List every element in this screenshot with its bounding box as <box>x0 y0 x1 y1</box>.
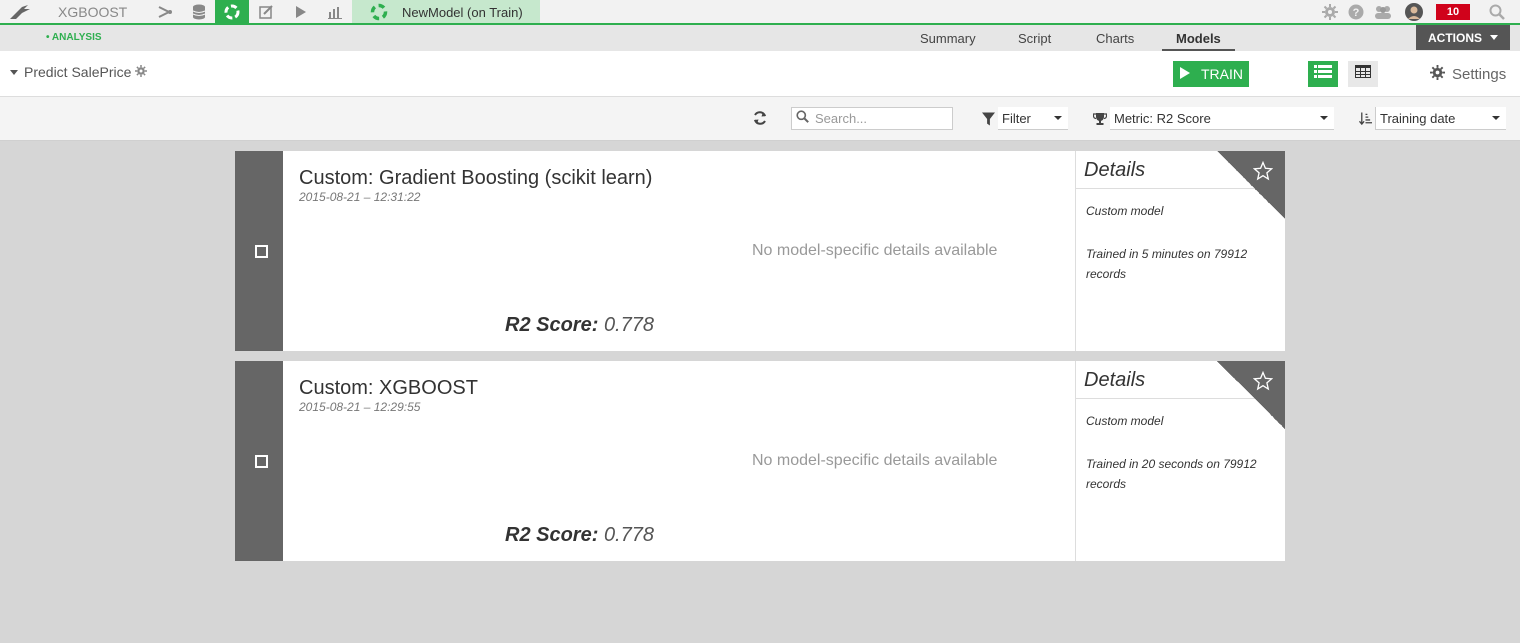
details-type: Custom model <box>1086 204 1164 218</box>
tab-models[interactable]: Models <box>1162 31 1235 51</box>
datasets-icon[interactable] <box>182 0 216 23</box>
metric-select[interactable]: Metric: R2 Score <box>1110 107 1334 130</box>
caret-down-icon <box>1054 116 1062 120</box>
details-panel: Details Custom model Trained in 5 minute… <box>1075 151 1285 351</box>
sort-select[interactable]: Training date <box>1376 107 1506 130</box>
analysis-title[interactable]: Predict SalePrice <box>10 64 148 80</box>
model-score: R2 Score: 0.778 <box>505 314 654 337</box>
list-view-icon <box>1314 64 1332 84</box>
bird-logo-icon[interactable] <box>8 3 32 21</box>
details-training: Trained in 20 seconds on 79912 records <box>1086 457 1257 491</box>
sort-label: Training date <box>1380 110 1456 126</box>
caret-down-icon <box>1492 116 1500 120</box>
model-card-sidebar <box>235 151 283 351</box>
caret-down-icon <box>1490 35 1498 40</box>
filter-dropdown[interactable]: Filter <box>978 107 1068 130</box>
sort-dropdown[interactable]: Training date <box>1356 107 1506 130</box>
section-label[interactable]: • ANALYSIS <box>46 32 102 43</box>
user-avatar[interactable] <box>1405 3 1423 21</box>
trophy-icon <box>1090 107 1110 130</box>
model-name[interactable]: Custom: Gradient Boosting (scikit learn) <box>299 167 652 190</box>
model-select-checkbox[interactable] <box>255 455 268 468</box>
score-value: 0.778 <box>603 524 654 546</box>
train-button[interactable]: TRAIN <box>1173 61 1249 87</box>
current-model-tab[interactable]: NewModel (on Train) <box>352 0 540 23</box>
score-label: R2 Score: <box>505 524 599 546</box>
search-box <box>791 107 953 130</box>
actions-button-label: ACTIONS <box>1428 30 1482 45</box>
details-type: Custom model <box>1086 414 1164 428</box>
project-name[interactable]: XGBOOST <box>58 4 127 20</box>
play-icon <box>1179 66 1191 82</box>
list-view-button[interactable] <box>1308 61 1338 87</box>
analysis-subbar: • ANALYSIS Summary Script Charts Models <box>0 25 1520 51</box>
table-view-icon <box>1355 65 1371 83</box>
filter-icon <box>978 107 998 130</box>
model-score: R2 Score: 0.778 <box>505 524 654 547</box>
current-model-tab-label: NewModel (on Train) <box>402 5 523 20</box>
tab-summary[interactable]: Summary <box>920 31 976 46</box>
train-button-label: TRAIN <box>1201 66 1243 82</box>
caret-down-icon <box>10 69 18 75</box>
no-details-message: No model-specific details available <box>752 242 998 259</box>
gear-icon <box>1430 65 1445 84</box>
star-icon[interactable] <box>1252 160 1274 181</box>
help-icon[interactable]: ? <box>1347 3 1365 21</box>
model-status-icon <box>370 3 388 26</box>
details-training: Trained in 5 minutes on 79912 records <box>1086 247 1248 281</box>
play-icon[interactable] <box>283 0 317 23</box>
search-icon[interactable] <box>1488 3 1506 21</box>
tab-charts[interactable]: Charts <box>1096 31 1134 46</box>
tab-script[interactable]: Script <box>1018 31 1051 46</box>
no-details-message: No model-specific details available <box>752 452 998 469</box>
metric-dropdown[interactable]: Metric: R2 Score <box>1090 107 1334 130</box>
star-corner <box>1217 361 1285 429</box>
model-select-checkbox[interactable] <box>255 245 268 258</box>
dashboard-chart-icon[interactable] <box>318 0 352 23</box>
details-panel: Details Custom model Trained in 20 secon… <box>1075 361 1285 561</box>
analysis-title-label: Predict SalePrice <box>24 64 132 80</box>
models-toolbar: Filter Metric: R2 Score Training date <box>0 97 1520 141</box>
filter-select[interactable]: Filter <box>998 107 1068 130</box>
gear-icon[interactable] <box>135 64 148 80</box>
star-icon[interactable] <box>1252 370 1274 391</box>
table-view-button[interactable] <box>1348 61 1378 87</box>
model-date: 2015-08-21 – 12:31:22 <box>299 190 421 204</box>
score-value: 0.778 <box>603 314 654 336</box>
top-nav-bar: XGBOOST NewModel (on Train) ? 10 <box>0 0 1520 25</box>
model-card[interactable]: Custom: Gradient Boosting (scikit learn)… <box>235 151 1285 351</box>
users-icon[interactable] <box>1374 3 1392 21</box>
star-corner <box>1217 151 1285 219</box>
settings-label: Settings <box>1452 66 1507 83</box>
svg-text:?: ? <box>1353 7 1360 19</box>
sort-icon <box>1356 107 1376 130</box>
caret-down-icon <box>1320 116 1328 120</box>
refresh-icon[interactable] <box>752 110 770 128</box>
model-card-sidebar <box>235 361 283 561</box>
search-input[interactable] <box>815 111 945 126</box>
search-icon <box>796 109 809 128</box>
model-date: 2015-08-21 – 12:29:55 <box>299 400 421 414</box>
actions-button[interactable]: ACTIONS <box>1416 25 1510 50</box>
notification-badge[interactable]: 10 <box>1436 4 1470 20</box>
filter-label: Filter <box>1002 110 1031 126</box>
analysis-header: Predict SalePrice TRAIN Settings <box>0 51 1520 97</box>
settings-button[interactable]: Settings <box>1430 65 1506 84</box>
admin-gear-icon[interactable] <box>1321 3 1339 21</box>
analysis-icon[interactable] <box>215 0 249 23</box>
notebook-edit-icon[interactable] <box>249 0 283 23</box>
model-name[interactable]: Custom: XGBOOST <box>299 377 478 400</box>
metric-label: Metric: R2 Score <box>1114 110 1211 126</box>
score-label: R2 Score: <box>505 314 599 336</box>
model-card[interactable]: Custom: XGBOOST 2015-08-21 – 12:29:55 No… <box>235 361 1285 561</box>
flow-icon[interactable] <box>148 0 182 23</box>
